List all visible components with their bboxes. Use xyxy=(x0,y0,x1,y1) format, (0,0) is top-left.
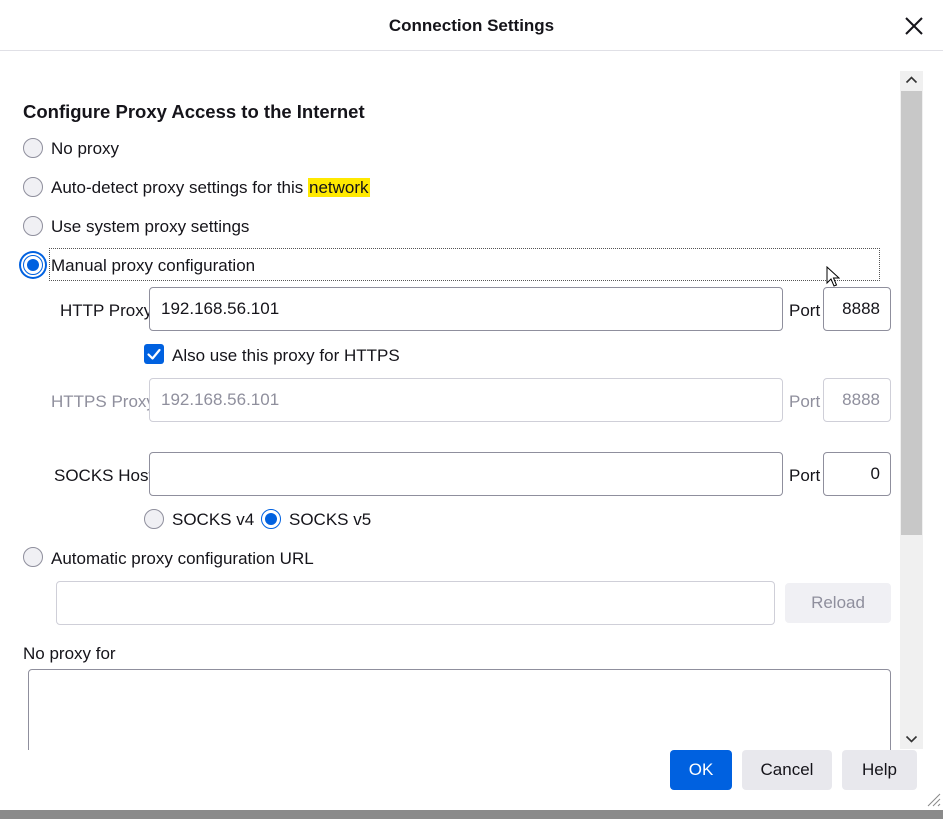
manual-proxy-radio[interactable] xyxy=(23,255,43,275)
close-button[interactable] xyxy=(899,11,929,41)
auto-url-radio[interactable] xyxy=(23,547,43,567)
also-https-checkbox[interactable] xyxy=(144,344,164,364)
socks-v5-radio[interactable] xyxy=(261,509,281,529)
socks-v4-radio[interactable] xyxy=(144,509,164,529)
auto-url-label[interactable]: Automatic proxy configuration URL xyxy=(51,549,314,569)
search-highlight: network xyxy=(308,178,370,197)
no-proxy-radio[interactable] xyxy=(23,138,43,158)
auto-detect-radio[interactable] xyxy=(23,177,43,197)
socks-host-input[interactable] xyxy=(149,452,783,496)
checkmark-icon xyxy=(147,348,161,360)
http-proxy-label: HTTP Proxy xyxy=(60,301,153,320)
auto-detect-label-text: Auto-detect proxy settings for this xyxy=(51,178,309,197)
mouse-cursor-icon xyxy=(826,266,840,288)
system-proxy-label[interactable]: Use system proxy settings xyxy=(51,217,249,237)
manual-proxy-label[interactable]: Manual proxy configuration xyxy=(51,256,255,276)
socks-port-input[interactable]: 0 xyxy=(823,452,891,496)
auto-url-input xyxy=(56,581,775,625)
dialog-footer: OK Cancel Help xyxy=(0,750,943,810)
https-proxy-label: HTTPS Proxy xyxy=(51,392,155,411)
https-proxy-input: 192.168.56.101 xyxy=(149,378,783,422)
scroll-down-button[interactable] xyxy=(900,730,923,748)
http-port-label: Port xyxy=(789,301,821,320)
no-proxy-for-textarea[interactable] xyxy=(28,669,891,750)
http-port-input[interactable]: 8888 xyxy=(823,287,891,331)
scrollbar-thumb[interactable] xyxy=(901,91,922,535)
ok-button[interactable]: OK xyxy=(670,750,732,790)
window-bottom-edge xyxy=(0,810,943,819)
also-https-label[interactable]: Also use this proxy for HTTPS xyxy=(172,346,400,366)
cancel-button[interactable]: Cancel xyxy=(742,750,832,790)
no-proxy-for-label: No proxy for xyxy=(23,644,116,663)
vertical-scrollbar[interactable] xyxy=(900,71,923,749)
help-button[interactable]: Help xyxy=(842,750,917,790)
section-heading: Configure Proxy Access to the Internet xyxy=(23,101,365,122)
auto-detect-label[interactable]: Auto-detect proxy settings for this netw… xyxy=(51,178,370,198)
no-proxy-label[interactable]: No proxy xyxy=(51,139,119,159)
close-icon xyxy=(905,17,923,35)
socks-v4-label[interactable]: SOCKS v4 xyxy=(172,510,254,530)
socks-port-label: Port xyxy=(789,466,821,485)
resize-grip-icon[interactable] xyxy=(925,791,941,807)
https-port-input: 8888 xyxy=(823,378,891,422)
dialog-content: Configure Proxy Access to the Internet N… xyxy=(0,52,900,750)
scroll-up-button[interactable] xyxy=(900,71,923,89)
socks-host-label: SOCKS Host xyxy=(54,466,154,485)
socks-v5-label[interactable]: SOCKS v5 xyxy=(289,510,371,530)
dialog-titlebar: Connection Settings xyxy=(0,0,943,51)
chevron-down-icon xyxy=(905,735,918,743)
chevron-up-icon xyxy=(905,76,918,84)
dialog-title: Connection Settings xyxy=(388,16,555,35)
reload-button: Reload xyxy=(785,583,891,623)
https-port-label: Port xyxy=(789,392,821,411)
system-proxy-radio[interactable] xyxy=(23,216,43,236)
http-proxy-input[interactable]: 192.168.56.101 xyxy=(149,287,783,331)
